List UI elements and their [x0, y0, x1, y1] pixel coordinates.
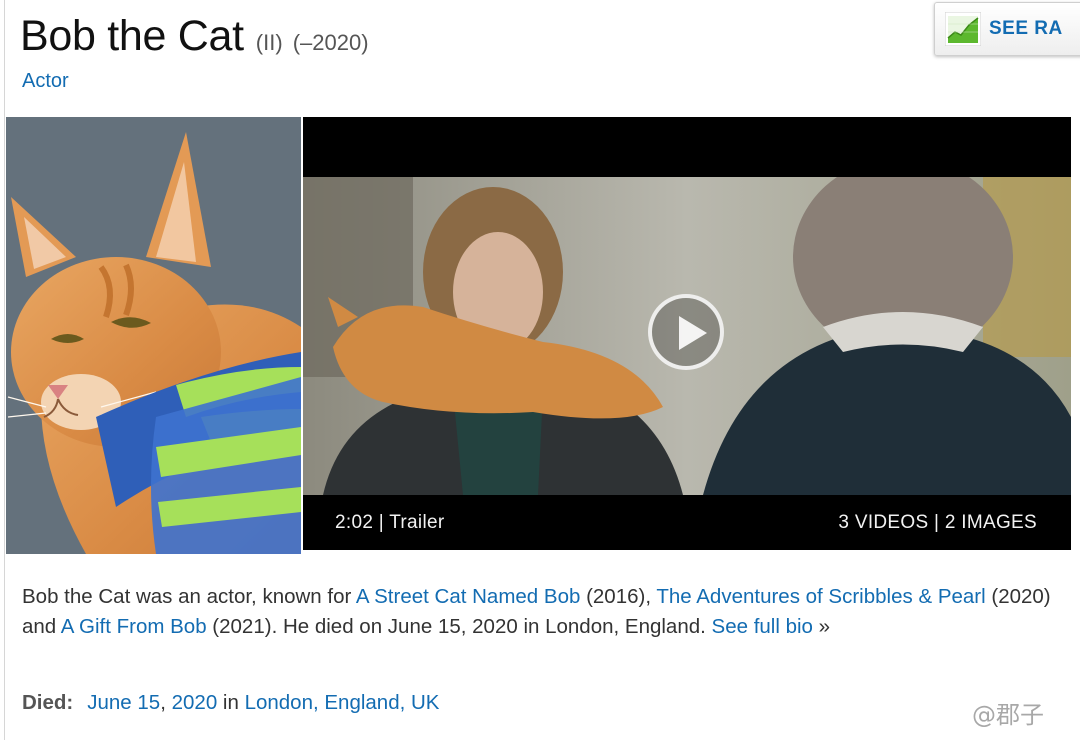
- bio-summary: Bob the Cat was an actor, known for A St…: [22, 582, 1052, 642]
- name-disambiguation: (II): [255, 30, 283, 55]
- bio-year-3: (2021). He died on June 15, 2020 in Lond…: [206, 615, 712, 638]
- see-rank-label: SEE RA: [989, 18, 1063, 39]
- play-icon[interactable]: [648, 294, 724, 370]
- see-rank-button[interactable]: SEE RA: [934, 2, 1080, 56]
- death-in-text: in: [217, 691, 245, 714]
- role-link-actor[interactable]: Actor: [22, 70, 69, 93]
- film-link-gift-from-bob[interactable]: A Gift From Bob: [61, 615, 207, 638]
- death-date-link[interactable]: June 15: [87, 691, 160, 714]
- film-link-scribbles-pearl[interactable]: The Adventures of Scribbles & Pearl: [656, 585, 985, 608]
- death-year-link[interactable]: 2020: [172, 691, 218, 714]
- media-counts-link[interactable]: 3 VIDEOS | 2 IMAGES: [838, 512, 1037, 534]
- more-arrow: »: [812, 615, 831, 638]
- film-link-street-cat[interactable]: A Street Cat Named Bob: [356, 585, 580, 608]
- cat-with-scarf-illustration: [6, 117, 301, 554]
- rising-chart-icon: [945, 12, 981, 46]
- weibo-watermark: @郡子: [972, 701, 1044, 729]
- video-duration-label: 2:02 | Trailer: [335, 512, 445, 533]
- death-info: Died: June 15, 2020 in London, England, U…: [22, 691, 439, 715]
- profile-photo[interactable]: [6, 117, 301, 554]
- died-label: Died:: [22, 691, 74, 714]
- see-full-bio-link[interactable]: See full bio: [712, 615, 813, 638]
- death-date-comma: ,: [160, 691, 172, 714]
- name-header: Bob the Cat (II) (–2020): [20, 12, 369, 61]
- death-place-link[interactable]: London, England, UK: [245, 691, 440, 714]
- bio-year-1: (2016),: [580, 585, 657, 608]
- bio-intro: Bob the Cat was an actor, known for: [22, 585, 356, 608]
- trailer-video-player[interactable]: 2:02 | Trailer 3 VIDEOS | 2 IMAGES: [303, 117, 1071, 550]
- life-years: (–2020): [292, 30, 369, 55]
- person-name: Bob the Cat: [20, 12, 244, 60]
